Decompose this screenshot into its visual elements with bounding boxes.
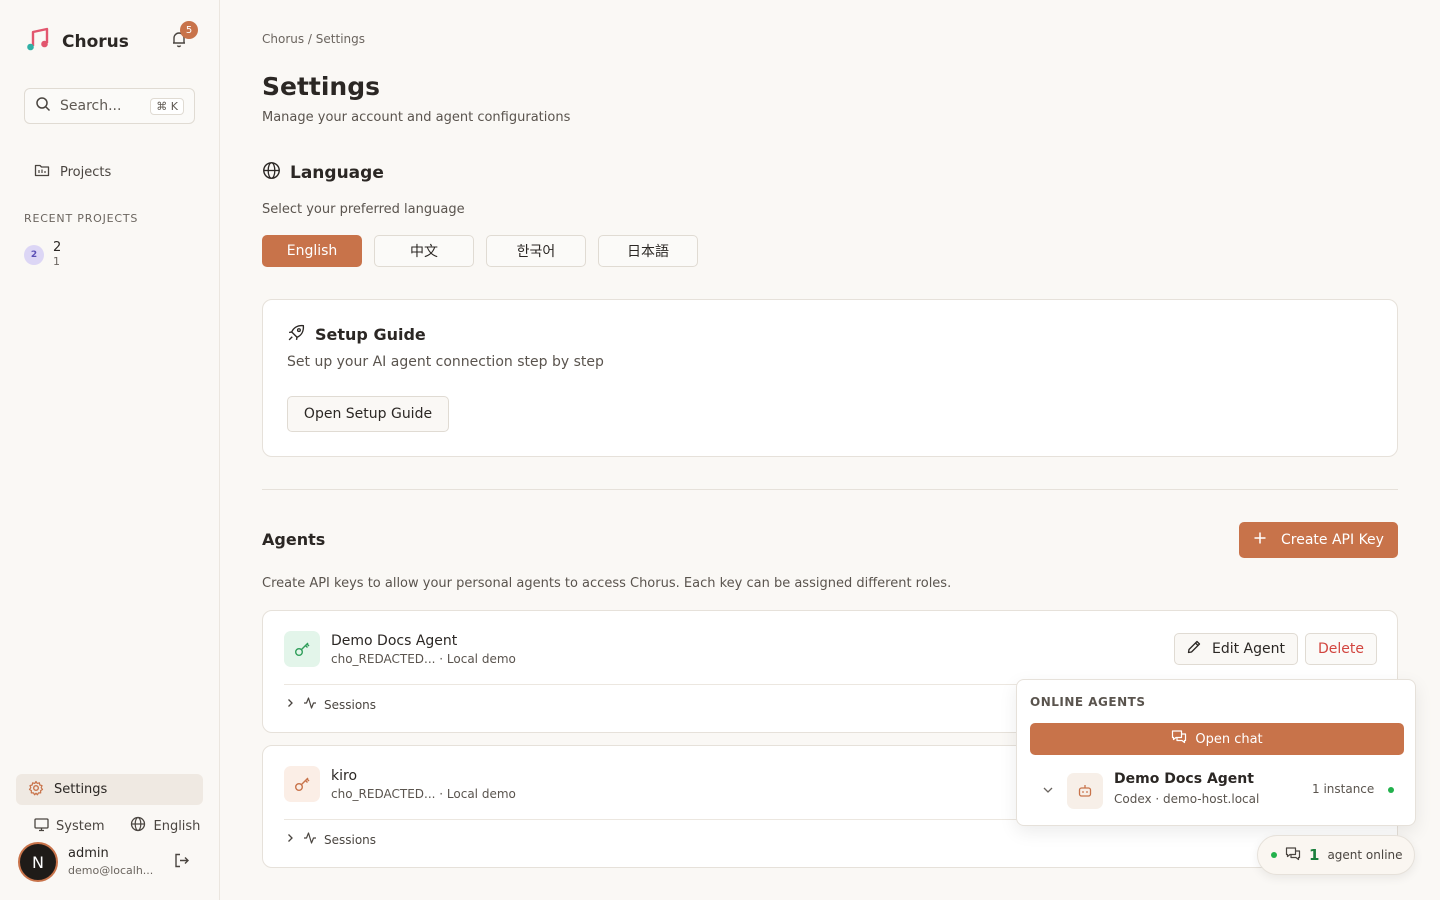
notification-badge: 5 [180,21,198,39]
user-menu[interactable]: N admin demo@localh... [18,842,204,882]
online-agent-count: 1 [1309,846,1320,864]
search-icon [35,96,51,116]
project-sub: 1 [53,255,60,268]
agents-section-subtitle: Create API keys to allow your personal a… [262,576,952,591]
chevron-down-icon[interactable] [1041,782,1055,801]
user-email: demo@localh... [68,864,154,877]
online-agents-heading: ONLINE AGENTS [1030,695,1146,709]
open-chat-button[interactable]: Open chat [1030,723,1404,755]
agent-name: Demo Docs Agent [331,633,458,649]
page-subtitle: Manage your account and agent configurat… [262,110,571,125]
language-option-korean[interactable]: 한국어 [486,235,586,267]
monitor-icon [34,817,49,836]
activity-icon [303,831,317,848]
online-agent-row[interactable]: Demo Docs Agent Codex · demo-host.local … [1030,770,1404,810]
online-agent-name: Demo Docs Agent [1114,771,1254,787]
chat-icon [1285,846,1301,865]
project-badge: 2 [24,245,44,265]
activity-icon [303,696,317,713]
recent-project-item[interactable]: 2 2 1 [24,241,61,269]
gear-icon [28,780,44,800]
nav-projects-label: Projects [60,164,112,180]
section-divider [262,489,1398,490]
project-name: 2 [53,240,62,255]
language-option-japanese[interactable]: 日本語 [598,235,698,267]
language-option-chinese[interactable]: 中文 [374,235,474,267]
globe-icon [262,161,281,184]
search-shortcut: ⌘ K [150,97,184,115]
key-icon [284,631,320,667]
theme-label: System [56,818,105,834]
brand[interactable]: Chorus [24,26,129,58]
online-status-dot [1271,852,1277,858]
agent-key: cho_REDACTED... · Local demo [331,787,516,801]
pencil-icon [1186,639,1202,659]
key-icon [284,766,320,802]
edit-agent-label: Edit Agent [1212,641,1286,657]
sessions-label: Sessions [324,697,377,712]
edit-agent-button[interactable]: Edit Agent [1174,633,1298,665]
recent-projects-heading: RECENT PROJECTS [24,212,139,225]
folder-icon [34,162,50,182]
user-name: admin [68,846,109,861]
online-agent-host: Codex · demo-host.local [1114,792,1260,806]
app-name: Chorus [62,32,129,52]
language-option-english[interactable]: English [262,235,362,267]
search-placeholder: Search... [60,98,122,114]
logout-icon[interactable] [173,852,190,873]
globe-icon [130,816,146,836]
setup-guide-subtitle: Set up your AI agent connection step by … [287,354,604,370]
agent-key: cho_REDACTED... · Local demo [331,652,516,666]
create-api-key-button[interactable]: Create API Key [1239,522,1398,558]
music-note-icon [24,26,52,58]
nav-settings[interactable]: Settings [16,774,203,805]
breadcrumb: Chorus / Settings [262,32,366,46]
online-agent-label: agent online [1327,848,1403,862]
setup-guide-card: Setup Guide Set up your AI agent connect… [262,299,1398,457]
avatar: N [18,842,58,882]
sidebar: Chorus 5 Search... ⌘ K Projects RECENT P… [0,0,220,900]
language-section-title: Language [290,162,384,183]
page-title: Settings [262,72,381,101]
language-section-subtitle: Select your preferred language [262,202,465,217]
delete-agent-button[interactable]: Delete [1305,633,1377,665]
plus-icon [1253,531,1267,549]
create-api-key-label: Create API Key [1281,532,1384,548]
online-agent-instances: 1 instance [1312,782,1375,796]
language-label: English [153,818,201,834]
sessions-label: Sessions [324,832,377,847]
chevron-right-icon [284,697,296,712]
online-agents-popover: ONLINE AGENTS Open chat Demo Docs Agent … [1016,679,1416,826]
search-input[interactable]: Search... ⌘ K [24,88,195,124]
agents-online-pill[interactable]: 1 agent online [1257,835,1415,875]
agent-name: kiro [331,768,358,784]
open-chat-label: Open chat [1195,731,1263,747]
rocket-icon [287,323,306,346]
bot-icon [1067,773,1103,809]
sessions-toggle[interactable]: Sessions [284,696,376,713]
chevron-right-icon [284,832,296,847]
chat-icon [1171,729,1187,749]
language-toggle[interactable]: English [130,816,200,836]
sessions-toggle[interactable]: Sessions [284,831,376,848]
agents-section-title: Agents [262,530,326,549]
nav-settings-label: Settings [54,782,108,797]
open-setup-guide-button[interactable]: Open Setup Guide [287,396,449,432]
nav-projects[interactable]: Projects [34,162,111,182]
online-status-dot [1388,787,1394,793]
setup-guide-title: Setup Guide [315,325,426,344]
theme-toggle[interactable]: System [34,817,104,836]
